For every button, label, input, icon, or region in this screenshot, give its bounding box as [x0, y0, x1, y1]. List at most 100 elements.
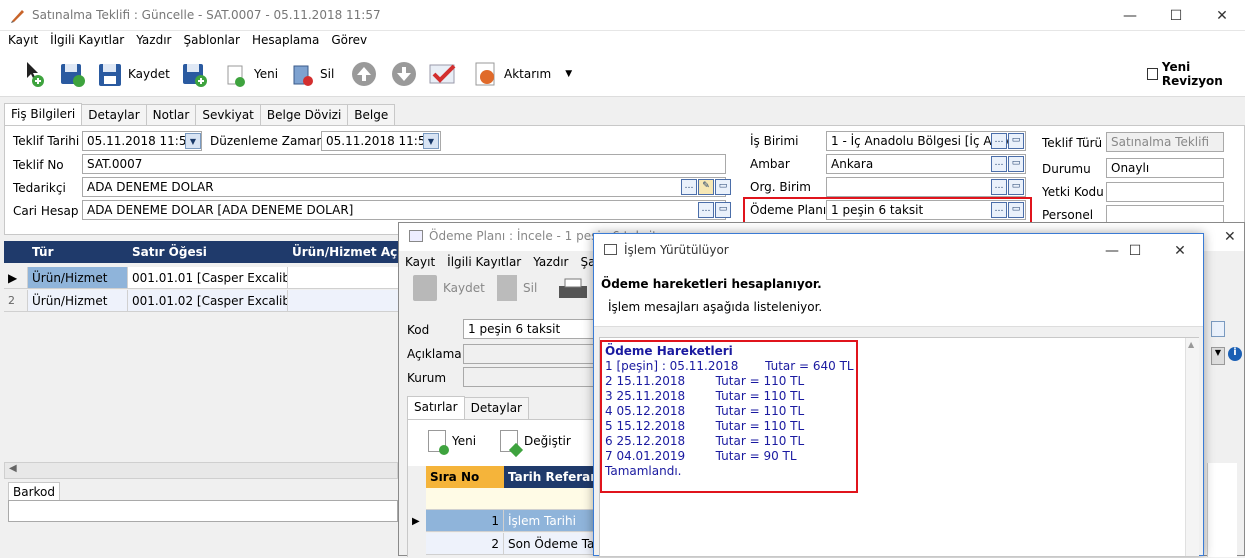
menu-ilgili-kayitlar[interactable]: İlgili Kayıtlar: [44, 31, 130, 49]
wand-icon[interactable]: ✎: [698, 179, 714, 195]
menu-kayit[interactable]: Kayıt: [0, 31, 44, 49]
close-icon[interactable]: ✕: [1224, 229, 1236, 245]
teklif-tarihi-field[interactable]: 05.11.2018 11:57: [82, 131, 202, 151]
chevron-down-icon[interactable]: ▼: [565, 69, 572, 79]
yetki-kodu-label: Yetki Kodu: [1042, 185, 1104, 199]
column-header-tur[interactable]: Tür: [28, 241, 128, 263]
islem-header: Ödeme hareketleri hesaplanıyor. İşlem me…: [594, 267, 1203, 327]
barkod-input[interactable]: [8, 500, 398, 522]
lookup-icon[interactable]: …: [991, 156, 1007, 172]
floppy-icon: [413, 275, 437, 301]
details-icon[interactable]: ▭: [715, 202, 731, 218]
details-icon[interactable]: ▭: [1008, 133, 1024, 149]
highlight-log: [600, 340, 858, 493]
window-icon: [604, 244, 617, 255]
tab-belge[interactable]: Belge: [347, 104, 396, 126]
cell-sira-no[interactable]: 1: [426, 510, 504, 532]
cell-oge[interactable]: 001.01.01 [Casper Excalibur: [128, 267, 288, 289]
cell-tur[interactable]: Ürün/Hizmet: [28, 267, 128, 289]
menu-ilgili-kayitlar[interactable]: İlgili Kayıtlar: [441, 253, 527, 271]
odeme-plani-delete-button[interactable]: Sil: [497, 275, 537, 301]
save-new-button[interactable]: [180, 57, 208, 91]
satir-edit-button[interactable]: Değiştir: [500, 430, 571, 458]
printer-icon[interactable]: [557, 277, 589, 306]
close-icon[interactable]: ✕: [1199, 0, 1245, 31]
cari-hesap-field[interactable]: ADA DENEME DOLAR [ADA DENEME DOLAR]: [82, 200, 726, 220]
menu-gorev[interactable]: Görev: [325, 31, 373, 49]
new-button[interactable]: Yeni: [222, 57, 278, 91]
kurum-field[interactable]: [463, 367, 603, 387]
info-icon[interactable]: i: [1228, 347, 1242, 361]
personel-label: Personel: [1042, 208, 1094, 222]
column-header-sira-no[interactable]: Sıra No: [426, 466, 504, 488]
chevron-left-icon[interactable]: ◀: [9, 463, 17, 474]
durumu-select[interactable]: Onaylı: [1106, 158, 1224, 178]
tab-fis-bilgileri[interactable]: Fiş Bilgileri: [4, 103, 83, 126]
lookup-icon[interactable]: …: [991, 179, 1007, 195]
tab-detaylar[interactable]: Detaylar: [463, 397, 529, 420]
minimize-icon[interactable]: —: [1107, 0, 1153, 31]
menu-yazdir[interactable]: Yazdır: [130, 31, 177, 49]
aciklama-field[interactable]: [463, 344, 603, 364]
cell-sira-no[interactable]: 2: [426, 533, 504, 555]
details-icon[interactable]: [1211, 321, 1225, 337]
column-header-aciklama[interactable]: Ürün/Hizmet Açıkl: [288, 241, 404, 263]
new-record-button[interactable]: [22, 57, 50, 91]
satir-new-button[interactable]: Yeni: [428, 430, 477, 455]
details-icon[interactable]: ▭: [1008, 179, 1024, 195]
save-button[interactable]: Kaydet: [96, 57, 170, 91]
menu-hesaplama[interactable]: Hesaplama: [246, 31, 325, 49]
cell-tarih-referans[interactable]: İşlem Tarihi: [504, 510, 598, 532]
islem-heading: Ödeme hareketleri hesaplanıyor.: [601, 277, 822, 291]
main-toolbar: Kaydet Yeni Sil Aktarım ▼ Yeni Revizyon: [0, 51, 1245, 97]
horizontal-scrollbar[interactable]: ◀: [4, 462, 398, 479]
date-dropdown-icon[interactable]: ▼: [423, 133, 439, 149]
new-label: Yeni: [452, 434, 477, 448]
maximize-icon[interactable]: ☐: [1153, 0, 1199, 31]
yetki-kodu-field[interactable]: [1106, 182, 1224, 202]
menu-sablonlar[interactable]: Şablonlar: [177, 31, 246, 49]
tab-detaylar[interactable]: Detaylar: [81, 104, 147, 126]
menu-yazdir[interactable]: Yazdır: [527, 253, 574, 271]
tab-notlar[interactable]: Notlar: [145, 104, 197, 126]
revert-button[interactable]: [58, 57, 86, 91]
cell-tur[interactable]: Ürün/Hizmet: [28, 290, 128, 312]
lookup-icon[interactable]: …: [681, 179, 697, 195]
document-add-icon: [428, 430, 449, 455]
cell-aciklama[interactable]: [288, 267, 404, 289]
checkbox-icon[interactable]: [1147, 68, 1158, 80]
close-icon[interactable]: ✕: [1157, 234, 1203, 267]
chevron-down-icon[interactable]: ▼: [1211, 347, 1225, 365]
islem-log-panel: ▲ Ödeme Hareketleri 1 [peşin] : 05.11.20…: [599, 337, 1199, 557]
maximize-icon[interactable]: ☐: [1112, 234, 1158, 267]
details-icon[interactable]: ▭: [1008, 156, 1024, 172]
kod-field[interactable]: 1 peşin 6 taksit: [463, 319, 603, 339]
teklif-no-field[interactable]: SAT.0007: [82, 154, 726, 174]
cell-aciklama[interactable]: [288, 290, 404, 312]
tedarikci-field[interactable]: ADA DENEME DOLAR: [82, 177, 726, 197]
odeme-plani-save-button[interactable]: Kaydet: [413, 275, 485, 301]
lookup-icon[interactable]: …: [698, 202, 714, 218]
tab-satirlar[interactable]: Satırlar: [407, 396, 465, 419]
tab-sevkiyat[interactable]: Sevkiyat: [195, 104, 261, 126]
details-icon[interactable]: ▭: [715, 179, 731, 195]
approve-button[interactable]: [428, 57, 456, 91]
tab-barkod[interactable]: Barkod: [8, 482, 60, 500]
cell-oge[interactable]: 001.01.02 [Casper Excalibur: [128, 290, 288, 312]
delete-button[interactable]: Sil: [288, 57, 334, 91]
filter-row[interactable]: [426, 488, 598, 510]
move-up-button[interactable]: [350, 57, 378, 91]
vertical-scrollbar[interactable]: ▲: [1185, 338, 1199, 556]
menu-kayit[interactable]: Kayıt: [399, 253, 441, 271]
lookup-icon[interactable]: …: [991, 133, 1007, 149]
chevron-up-icon[interactable]: ▲: [1188, 340, 1194, 349]
column-header-tarih-referans[interactable]: Tarih Referans: [504, 466, 598, 488]
move-down-button[interactable]: [390, 57, 418, 91]
new-revision-toggle[interactable]: Yeni Revizyon: [1147, 57, 1245, 91]
islem-subtext: İşlem mesajları aşağıda listeleniyor.: [608, 300, 823, 314]
tab-belge-dovizi[interactable]: Belge Dövizi: [259, 104, 349, 126]
cell-tarih-referans[interactable]: Son Ödeme Tar: [504, 533, 598, 555]
column-header-satir-ogesi[interactable]: Satır Öğesi: [128, 241, 288, 263]
date-dropdown-icon[interactable]: ▼: [185, 133, 201, 149]
transfer-button[interactable]: Aktarım ▼: [472, 57, 572, 91]
